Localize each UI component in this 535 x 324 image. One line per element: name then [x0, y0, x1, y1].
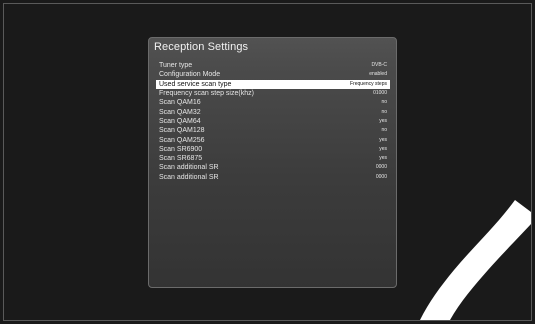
setting-label: Scan additional SR [159, 164, 219, 172]
settings-row[interactable]: Scan QAM128 no [156, 126, 390, 135]
setting-label: Scan QAM256 [159, 136, 205, 144]
settings-row[interactable]: Used service scan type Frequency steps [156, 79, 390, 89]
setting-value: 0000 [375, 173, 387, 180]
setting-label: Scan QAM16 [159, 99, 201, 107]
settings-row[interactable]: Scan QAM16 no [156, 98, 390, 107]
settings-row[interactable]: Scan QAM256 yes [156, 135, 390, 144]
settings-row[interactable]: Scan QAM32 no [156, 107, 390, 116]
setting-label: Scan QAM32 [159, 108, 201, 116]
setting-value: yes [379, 155, 387, 162]
setting-label: Frequency scan step size(khz) [159, 90, 254, 98]
setting-value: 0000 [375, 164, 387, 171]
setting-value: no [381, 99, 387, 106]
reception-settings-panel: Reception Settings Tuner type DVB-C Config… [148, 37, 397, 288]
setting-value: yes [379, 117, 387, 124]
setting-value: enabled [369, 71, 387, 78]
setting-label: Configuration Mode [159, 71, 221, 79]
setting-value: Frequency steps [350, 80, 387, 87]
settings-row[interactable]: Scan additional SR 0000 [156, 163, 390, 172]
setting-value: no [381, 127, 387, 134]
setting-label: Scan SR6900 [159, 145, 203, 153]
settings-row[interactable]: Scan QAM64 yes [156, 117, 390, 126]
setting-value: yes [379, 145, 387, 152]
settings-row[interactable]: Tuner type DVB-C [156, 61, 390, 70]
settings-row[interactable]: Frequency scan step size(khz) 01000 [156, 89, 390, 98]
setting-label: Scan QAM128 [159, 127, 205, 135]
settings-row[interactable]: Configuration Mode enabled [156, 70, 390, 79]
settings-row[interactable]: Scan additional SR 0000 [156, 173, 390, 182]
panel-title: Reception Settings [154, 41, 249, 53]
setting-value: yes [379, 136, 387, 143]
screen-frame: Reception Settings Tuner type DVB-C Config… [3, 3, 532, 321]
setting-value: 01000 [373, 90, 387, 97]
settings-row[interactable]: Scan SR6900 yes [156, 145, 390, 154]
setting-label: Used service scan type [159, 80, 232, 88]
setting-value: DVB-C [371, 62, 387, 69]
setting-label: Scan additional SR [159, 173, 219, 181]
setting-value: no [381, 108, 387, 115]
settings-list: Tuner type DVB-C Configuration Mode enabled… [156, 61, 390, 182]
setting-label: Tuner type [159, 62, 193, 70]
settings-row[interactable]: Scan SR6875 yes [156, 154, 390, 163]
setting-label: Scan QAM64 [159, 117, 201, 125]
setting-label: Scan SR6875 [159, 155, 203, 163]
